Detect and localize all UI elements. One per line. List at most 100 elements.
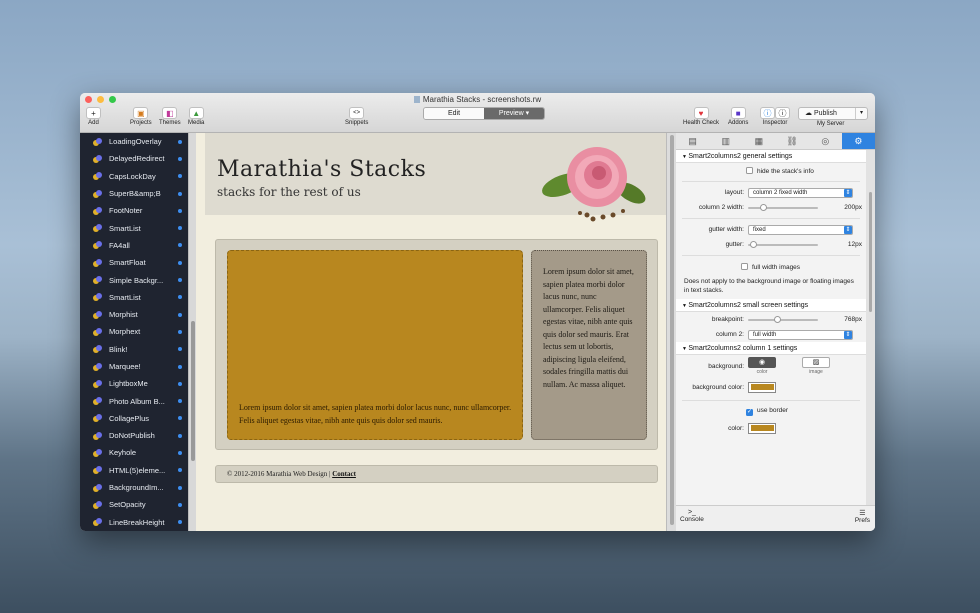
checkbox[interactable] [741, 262, 748, 270]
stack-icon [93, 414, 103, 423]
sidebar-item[interactable]: Simple Backgr... [80, 271, 188, 288]
gutter-slider[interactable] [748, 240, 818, 248]
stacks-sidebar: LoadingOverlay DelayedRedirect CapsLockDay… [80, 133, 188, 531]
themes-button[interactable]: ◧ Themes [159, 107, 181, 126]
sidebar-item[interactable]: BackgroundIm... [80, 479, 188, 496]
add-button[interactable]: + Add [86, 107, 101, 126]
status-dot [178, 520, 182, 525]
scroll-thumb[interactable] [869, 192, 872, 312]
border-color-swatch[interactable] [748, 422, 776, 434]
media-button[interactable]: ▲ Media [188, 107, 204, 126]
projects-button[interactable]: ▣ Projects [130, 107, 152, 126]
sidebar-item-label: CapsLockDay [109, 171, 156, 181]
stack-icon [93, 327, 103, 336]
status-dot [178, 226, 182, 231]
sidebar-item[interactable]: HTML(5)eleme... [80, 462, 188, 479]
background-color-option[interactable]: ◉ color [748, 357, 776, 375]
sidebar-item[interactable]: SetOpacity [80, 496, 188, 513]
sidebar-item[interactable]: Blink! [80, 341, 188, 358]
sidebar-item[interactable]: SmartList [80, 219, 188, 236]
preview-scrollbar[interactable] [666, 133, 676, 531]
sidebar-item[interactable]: SuperB&amp;B [80, 185, 188, 202]
section-general[interactable]: Smart2columns2 general settings [676, 150, 866, 163]
sidebar-item-label: LoadingOverlay [109, 137, 162, 147]
hide-info-checkbox[interactable]: hide the stack's info [746, 166, 814, 175]
sidebar-item[interactable]: DoNotPublish [80, 427, 188, 444]
inspector-scrollbar[interactable] [866, 150, 875, 505]
my-server-label: My Server [817, 121, 845, 127]
status-dot [178, 347, 182, 352]
column-1[interactable]: Lorem ipsum dolor sit amet, sapien plate… [227, 250, 523, 440]
contact-link[interactable]: Contact [332, 470, 356, 478]
sidebar-item[interactable]: SmartFloat [80, 254, 188, 271]
sidebar-item[interactable]: CollagePlus [80, 410, 188, 427]
layout-select[interactable]: column 2 fixed width [748, 187, 853, 198]
publish-button[interactable]: ☁ Publish ▾ [798, 107, 868, 120]
sidebar-item[interactable]: Morphext [80, 323, 188, 340]
sidebar-item[interactable]: FA4all [80, 237, 188, 254]
sliders-icon: ☰ [859, 510, 866, 517]
sidebar-item[interactable]: Keyhole [80, 444, 188, 461]
preview-tab[interactable]: Preview ▾ [484, 108, 544, 119]
slider-knob[interactable] [760, 203, 767, 211]
addons-button[interactable]: ■ Addons [728, 107, 748, 126]
page-preview: Marathia's Stacks stacks for the rest of… [196, 133, 666, 531]
sidebar-item[interactable]: Photo Album B... [80, 392, 188, 409]
status-dot [178, 364, 182, 369]
sidebar-item-label: Blink! [109, 344, 128, 354]
sidebar-scrollbar[interactable] [188, 133, 196, 531]
sidebar-item[interactable]: LightboxMe [80, 375, 188, 392]
color-wheel-icon: ◉ [748, 357, 776, 368]
settings-inspector-icon[interactable]: ⚙ [841, 133, 875, 149]
sidebar-item[interactable]: FootNoter [80, 202, 188, 219]
snippets-button[interactable]: <> Snippets [345, 107, 368, 126]
addons-icon: ■ [730, 107, 746, 119]
status-dot [178, 156, 182, 161]
status-dot [178, 433, 182, 438]
breakpoint-slider[interactable] [748, 315, 818, 323]
section-small-screen[interactable]: Smart2columns2 small screen settings [676, 299, 866, 312]
page-inspector-icon[interactable]: ▤ [676, 133, 709, 149]
prefs-button[interactable]: ☰ Prefs [855, 509, 870, 524]
sidebar-item[interactable]: Marquee! [80, 358, 188, 375]
scroll-thumb[interactable] [191, 321, 195, 461]
edit-tab[interactable]: Edit [424, 108, 484, 119]
column-2[interactable]: Lorem ipsum dolor sit amet, sapien plate… [531, 250, 647, 440]
stack-icon [93, 258, 103, 267]
section-column-1[interactable]: Smart2columns2 column 1 settings [676, 342, 866, 355]
plus-icon: + [86, 107, 101, 119]
use-border-checkbox[interactable]: ✓ use border [746, 407, 788, 416]
sidebar-item[interactable]: Morphist [80, 306, 188, 323]
sidebar-item-label: Keyhole [109, 448, 137, 458]
column-2-width-slider[interactable] [748, 203, 818, 211]
background-image-option[interactable]: ▨ image [802, 357, 830, 375]
layout-inspector-icon[interactable]: ▥ [709, 133, 742, 149]
stack-icon [93, 483, 103, 492]
background-color-swatch[interactable] [748, 381, 776, 393]
console-button[interactable]: >_ Console [680, 509, 704, 523]
sidebar-item[interactable]: LoadingOverlay [80, 133, 188, 150]
sidebar-item-label: SmartFloat [109, 258, 146, 268]
column-2-select[interactable]: full width [748, 329, 853, 340]
checkmark-icon[interactable]: ✓ [746, 409, 753, 416]
sidebar-item[interactable]: LineBreakHeight [80, 514, 188, 531]
full-width-images-checkbox[interactable]: full width images [741, 262, 800, 271]
terminal-icon: >_ [687, 509, 696, 516]
checkbox[interactable] [746, 166, 753, 174]
header-inspector-icon[interactable]: ◎ [809, 133, 842, 149]
projects-icon: ▣ [133, 107, 149, 119]
stack-inspector-icon[interactable]: ▦ [742, 133, 775, 149]
slider-knob[interactable] [774, 315, 781, 323]
slider-knob[interactable] [750, 240, 757, 248]
inspector-button[interactable]: ⓘ ⓘ Inspector [760, 107, 790, 126]
gutter-width-select[interactable]: fixed [748, 224, 853, 235]
chevron-down-icon[interactable]: ▾ [855, 108, 867, 119]
sidebar-item[interactable]: CapsLockDay [80, 168, 188, 185]
link-inspector-icon[interactable]: ⛓ [776, 133, 809, 149]
scroll-thumb[interactable] [670, 135, 674, 525]
health-check-button[interactable]: ♥ Health Check [683, 107, 719, 126]
status-dot [178, 208, 182, 213]
sidebar-item-label: LightboxMe [109, 379, 148, 389]
sidebar-item[interactable]: DelayedRedirect [80, 150, 188, 167]
sidebar-item[interactable]: SmartList [80, 289, 188, 306]
